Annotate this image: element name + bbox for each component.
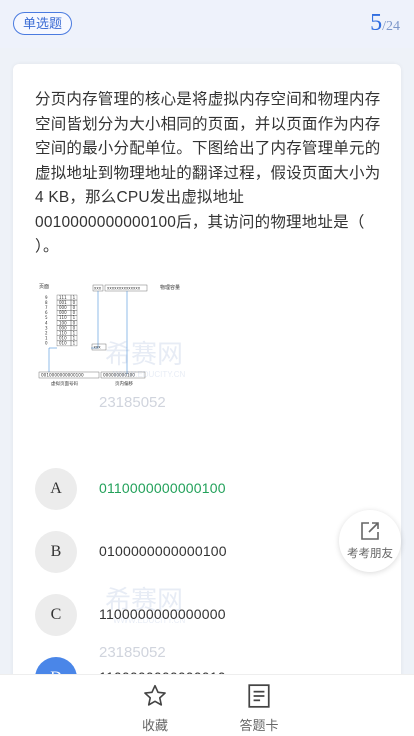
page-number: 0 (45, 341, 48, 346)
star-icon (144, 684, 166, 706)
question-card: 分页内存管理的核心是将虚拟内存空间和物理内存空间皆划分为大小相同的页面，并以页面… (13, 64, 401, 736)
answer-card-button[interactable]: 答题卡 (229, 683, 289, 734)
question-counter: 5/24 (370, 10, 400, 37)
option-c[interactable]: C 1100000000000000 (35, 594, 375, 636)
option-b[interactable]: B 0100000000000100 (35, 531, 375, 573)
share-label: 考考朋友 (347, 548, 393, 560)
current-question-number: 5 (370, 10, 383, 36)
watermark-id: 23185052 (99, 394, 166, 411)
share-icon (361, 522, 379, 540)
option-text: 0110000000000100 (99, 480, 226, 496)
page-table-label: 页面 (39, 284, 49, 290)
favorite-button[interactable]: 收藏 (125, 683, 185, 734)
answer-card-label: 答题卡 (239, 718, 279, 733)
virtual-page-label: 虚拟页面号码 (51, 380, 78, 387)
address-translation-figure: 页面 xxx xxxxxxxxxxxxxx 物理容量 9 111 1 8 001 0 7 00… (35, 282, 215, 390)
question-type-badge: 单选题 (13, 12, 73, 35)
frame-bits-top: xxx (94, 286, 102, 291)
option-letter: A (35, 468, 77, 510)
page-table-row: 0 010 1 (45, 341, 78, 347)
offset-bits-bottom: 000000000100 (103, 373, 135, 378)
option-letter: C (35, 594, 77, 636)
question-text: 分页内存管理的核心是将虚拟内存空间和物理内存空间皆划分为大小相同的页面，并以页面… (35, 91, 381, 255)
valid-bit: 1 (73, 341, 76, 346)
offset-bits-top: xxxxxxxxxxxxxx (107, 286, 141, 291)
frame-bits: 010 (59, 341, 67, 346)
bottom-toolbar: 收藏 答题卡 (0, 674, 414, 736)
middle-bits: xxx (94, 345, 102, 350)
virtual-address: 0010000000000100 (41, 373, 84, 378)
option-letter: B (35, 531, 77, 573)
physical-label: 物理容量 (160, 284, 180, 291)
option-a[interactable]: A 0110000000000100 (35, 468, 375, 510)
option-text: 1100000000000000 (99, 606, 226, 622)
total-questions: /24 (382, 19, 400, 34)
favorite-label: 收藏 (141, 718, 168, 733)
page-table: 9 111 18 001 07 000 06 000 05 110 14 100 03 000 02 110 1… (45, 295, 78, 347)
option-text: 0100000000000100 (99, 543, 227, 559)
share-with-friend-button[interactable]: 考考朋友 (339, 510, 401, 572)
document-icon (248, 684, 270, 708)
offset-label: 页内偏移 (115, 380, 133, 387)
question-header: 单选题 5/24 (0, 0, 414, 48)
